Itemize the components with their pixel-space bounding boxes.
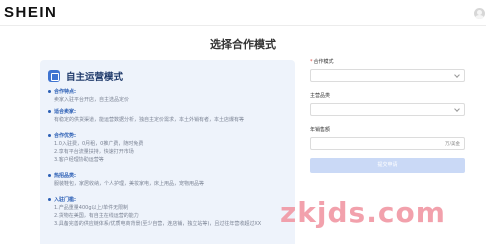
watermark: zkjds.com: [280, 196, 446, 229]
section-line: 2.享有平台流量扶持，快速打开市场: [54, 149, 134, 155]
section-line: 2.货物在美国，有自主在线运营的能力: [54, 213, 139, 219]
section-line: 有稳定的供货渠道，能运营数据分析，独自主定价需求，本土外销有者，本土店爆有等: [54, 117, 245, 123]
section-line: 服装鞋包，家居收纳，个人护理，美妆家电，床上用品，宠物用品等: [54, 181, 205, 187]
page-title: 选择合作模式: [210, 38, 276, 51]
chevron-down-icon: [454, 106, 460, 112]
section-heading-advantages: 合作优势:: [48, 132, 76, 139]
mode-icon: [48, 70, 60, 82]
section-line: 1.0入驻费，0月租，0推广费，随时免费: [54, 141, 144, 147]
top-bar: SHEIN: [0, 0, 486, 26]
chevron-down-icon: [454, 72, 460, 78]
mode-description-card: 自主运营模式 合作特点: 卖家入驻平台开店，自主选品定价 适合卖家: 有稳定的供…: [40, 60, 295, 244]
section-heading-text: 合作特点:: [54, 89, 76, 95]
revenue-label: 年销售额: [310, 127, 331, 133]
section-heading-text: 适合卖家:: [54, 109, 76, 115]
section-line: 1.产品重量400g以上/单件无限制: [54, 205, 129, 211]
revenue-input[interactable]: 万/美金: [310, 137, 465, 150]
user-avatar-icon[interactable]: [474, 8, 485, 19]
bullet-icon: [48, 110, 51, 113]
required-mark: *: [310, 59, 313, 65]
page: SHEIN 选择合作模式 自主运营模式 合作特点: 卖家入驻平台开店，自主选品定…: [0, 0, 486, 244]
bullet-icon: [48, 198, 51, 201]
section-heading-text: 入驻门槛:: [54, 197, 76, 203]
section-line: 卖家入驻平台开店，自主选品定价: [54, 97, 130, 103]
section-heading-requirements: 入驻门槛:: [48, 196, 76, 203]
mode-label: *合作模式: [310, 58, 334, 65]
section-heading-target-sellers: 适合卖家:: [48, 108, 76, 115]
section-heading-hot-categories: 热招品类:: [48, 172, 76, 179]
category-label: 主营品类: [310, 93, 331, 99]
section-heading-features: 合作特点:: [48, 88, 76, 95]
section-heading-text: 热招品类:: [54, 173, 76, 179]
bullet-icon: [48, 174, 51, 177]
bullet-icon: [48, 90, 51, 93]
section-heading-text: 合作优势:: [54, 133, 76, 139]
mode-label-text: 合作模式: [313, 59, 334, 65]
submit-button[interactable]: 提交申请: [310, 158, 465, 173]
category-select[interactable]: [310, 103, 465, 116]
bullet-icon: [48, 134, 51, 137]
section-line: 3.客户经理协助运营等: [54, 157, 104, 163]
section-line: 3.具备完善的供应链体系/优质电商背景(至少自营，连店铺，独立站等)，且过往年营…: [54, 221, 262, 227]
shein-logo[interactable]: SHEIN: [4, 4, 57, 21]
card-title: 自主运营模式: [66, 72, 124, 83]
revenue-unit: 万/美金: [444, 142, 460, 147]
mode-select[interactable]: [310, 69, 465, 82]
